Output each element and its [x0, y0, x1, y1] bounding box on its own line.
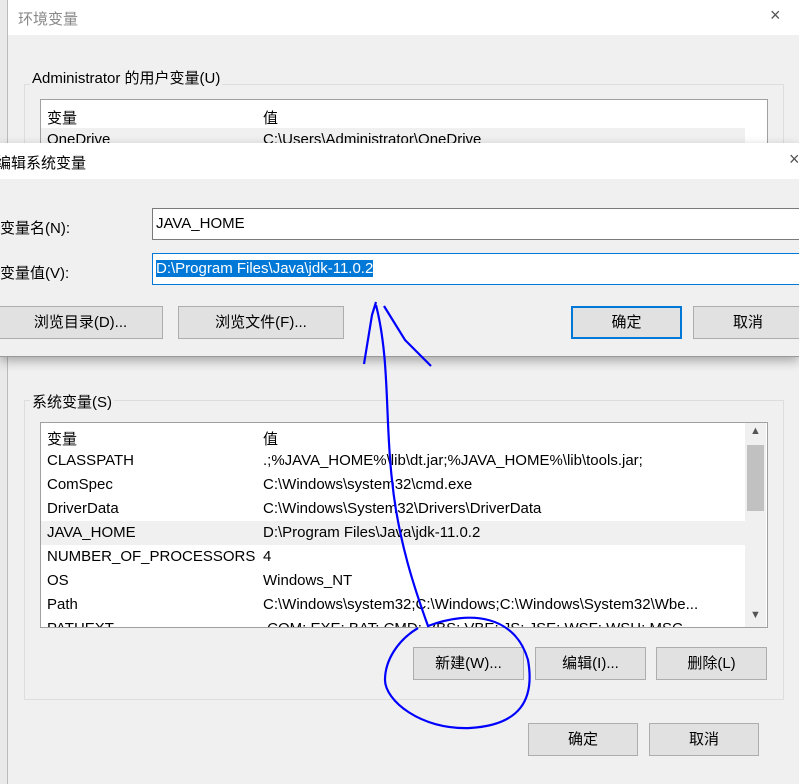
annotation-stroke — [362, 301, 531, 730]
hand-drawn-arrow-annotation — [362, 301, 531, 730]
